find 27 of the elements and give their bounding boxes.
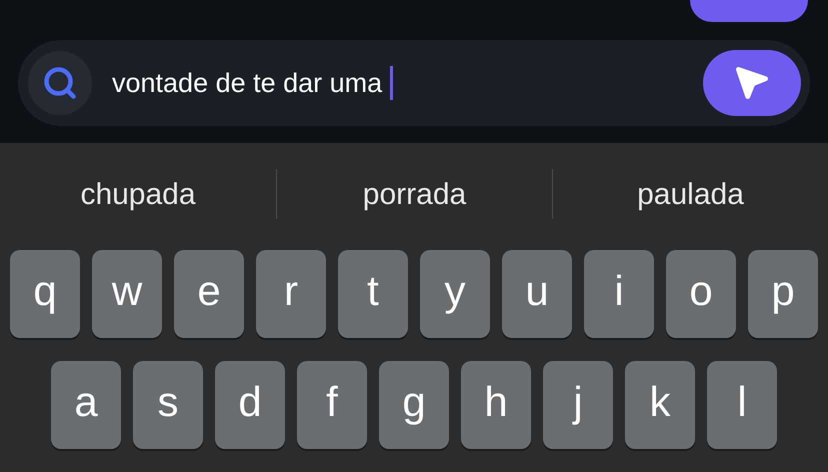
key[interactable]: y [420, 250, 490, 338]
key[interactable]: o [666, 250, 736, 338]
suggestion[interactable]: porrada [362, 172, 466, 216]
send-button[interactable] [703, 50, 801, 116]
key[interactable]: a [51, 361, 121, 449]
input-field[interactable]: vontade de te dar uma [112, 62, 393, 104]
key[interactable]: g [379, 361, 449, 449]
key[interactable]: p [748, 250, 818, 338]
key[interactable]: u [502, 250, 572, 338]
key[interactable]: k [625, 361, 695, 449]
key[interactable]: j [543, 361, 613, 449]
key[interactable]: q [10, 250, 80, 338]
key[interactable]: d [215, 361, 285, 449]
key[interactable]: s [133, 361, 203, 449]
key[interactable]: i [584, 250, 654, 338]
key[interactable]: r [256, 250, 326, 338]
key[interactable]: w [92, 250, 162, 338]
search-icon[interactable] [28, 51, 92, 115]
text-cursor [390, 66, 393, 100]
send-icon [735, 66, 769, 100]
key[interactable]: l [707, 361, 777, 449]
key[interactable]: t [338, 250, 408, 338]
suggestion[interactable]: paulada [637, 172, 744, 216]
key[interactable]: f [297, 361, 367, 449]
suggestion[interactable]: chupada [80, 172, 196, 216]
key[interactable]: h [461, 361, 531, 449]
key[interactable]: e [174, 250, 244, 338]
